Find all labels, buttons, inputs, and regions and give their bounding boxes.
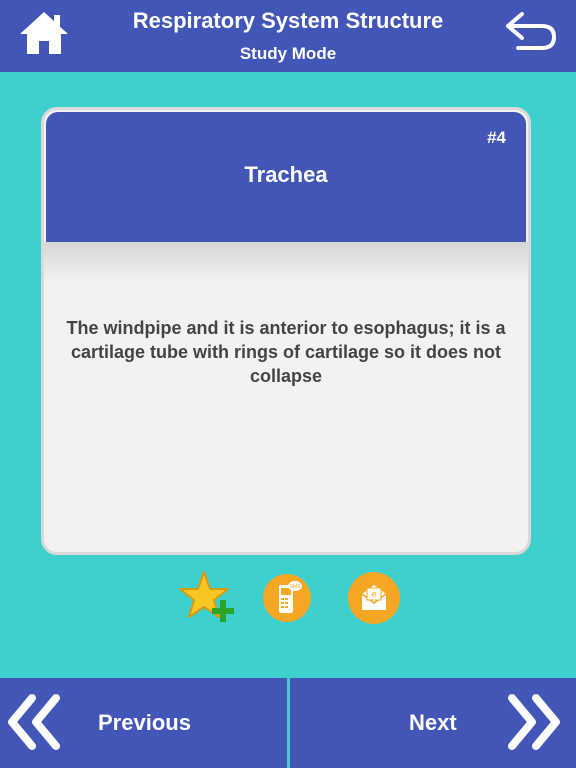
add-favorite-button[interactable] (178, 570, 236, 626)
back-arrow-icon (506, 12, 556, 50)
email-icon: e (361, 585, 387, 610)
flashcard[interactable]: #4 Trachea The windpipe and it is anteri… (41, 107, 531, 555)
email-share-button[interactable]: e (348, 572, 400, 624)
card-term: Trachea (244, 162, 328, 187)
page-subtitle: Study Mode (239, 44, 337, 63)
previous-label: Previous (98, 710, 191, 735)
sms-share-button[interactable]: SMS (263, 574, 311, 622)
card-definition: The windpipe and it is anterior to esoph… (66, 318, 506, 386)
card-shadow (44, 242, 528, 282)
email-label: e (371, 589, 376, 599)
next-button[interactable]: Next (290, 678, 576, 768)
header-bar: Respiratory System Structure Study Mode (0, 0, 576, 72)
back-button[interactable] (504, 10, 558, 56)
page-title: Respiratory System Structure (132, 8, 444, 33)
sms-label: SMS (290, 584, 302, 590)
sms-phone-icon: SMS (279, 581, 302, 613)
action-bar: SMS e (0, 570, 576, 626)
next-label: Next (409, 710, 457, 735)
card-number: #4 (487, 128, 506, 147)
flashcard-header: #4 Trachea (46, 112, 526, 242)
footer-nav: Previous Next (0, 678, 576, 768)
star-add-icon (179, 571, 234, 622)
double-chevron-right-icon (508, 694, 560, 750)
double-chevron-left-icon (8, 694, 60, 750)
previous-button[interactable]: Previous (0, 678, 287, 768)
